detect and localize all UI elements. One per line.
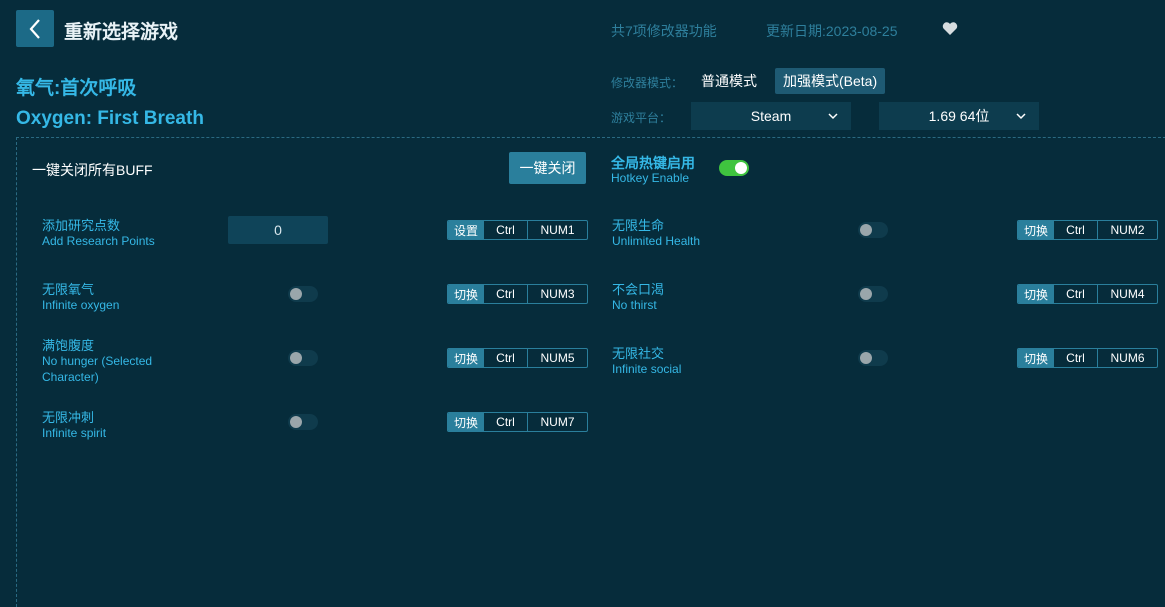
option-label-en: No thirst	[612, 298, 657, 312]
enhanced-mode-button[interactable]: 加强模式(Beta)	[775, 68, 886, 94]
option-label-cn: 无限冲刺	[42, 410, 95, 425]
option-label-cn: 无限氧气	[42, 282, 95, 297]
hotkey-key: NUM7	[540, 415, 575, 429]
hotkey-key: NUM1	[540, 223, 575, 237]
unlimited-health-toggle[interactable]	[858, 222, 888, 238]
game-title-en: Oxygen: First Breath	[16, 108, 204, 129]
hotkey-combo[interactable]: 切换 Ctrl NUM7	[447, 412, 588, 432]
hotkey-combo[interactable]: 切换 Ctrl NUM3	[447, 284, 588, 304]
option-label-en: Unlimited Health	[612, 234, 701, 248]
hotkey-modifier: Ctrl	[484, 349, 528, 367]
hotkey-enable-label-en: Hotkey Enable	[611, 171, 690, 185]
favorite-button[interactable]	[942, 21, 958, 41]
option-label-cn: 满饱腹度	[42, 338, 95, 353]
hotkey-key: NUM3	[540, 287, 575, 301]
toggle-knob	[860, 288, 872, 300]
toggle-knob	[735, 162, 747, 174]
version-select[interactable]: 1.69 64位	[879, 102, 1039, 130]
chevron-down-icon	[1016, 113, 1026, 120]
hotkey-enable-toggle[interactable]	[719, 160, 749, 176]
hotkey-combo[interactable]: 切换 Ctrl NUM4	[1017, 284, 1158, 304]
hotkey-action: 切换	[448, 413, 484, 431]
hotkey-action: 设置	[448, 221, 484, 239]
hotkey-key: NUM4	[1110, 287, 1145, 301]
toggle-knob	[290, 352, 302, 364]
hotkey-modifier: Ctrl	[484, 413, 528, 431]
toggle-knob	[290, 416, 302, 428]
research-points-input[interactable]: 0	[228, 216, 328, 244]
hotkey-action: 切换	[448, 349, 484, 367]
toggle-knob	[290, 288, 302, 300]
infinite-spirit-toggle[interactable]	[288, 414, 318, 430]
option-label-cn: 不会口渴	[612, 282, 665, 297]
hotkey-combo[interactable]: 设置 Ctrl NUM1	[447, 220, 588, 240]
feature-count: 共7项修改器功能	[611, 23, 717, 39]
toggle-knob	[860, 352, 872, 364]
option-label-cn: 无限生命	[612, 218, 665, 233]
hotkey-combo[interactable]: 切换 Ctrl NUM2	[1017, 220, 1158, 240]
no-hunger-toggle[interactable]	[288, 350, 318, 366]
heart-icon	[942, 22, 958, 35]
mode-label: 修改器模式：	[611, 76, 684, 90]
hotkey-enable-label-cn: 全局热键启用	[611, 155, 695, 171]
option-label-cn: 添加研究点数	[42, 218, 121, 233]
platform-value: Steam	[750, 108, 792, 124]
back-button[interactable]	[16, 10, 54, 47]
hotkey-action: 切换	[1018, 221, 1054, 239]
option-label-en: Infinite oxygen	[42, 298, 120, 312]
platform-label: 游戏平台：	[611, 111, 672, 125]
hotkey-modifier: Ctrl	[484, 221, 528, 239]
hotkey-key: NUM2	[1110, 223, 1145, 237]
option-label-en: No hunger (Selected Character)	[42, 354, 153, 384]
hotkey-action: 切换	[1018, 349, 1054, 367]
toggle-knob	[860, 224, 872, 236]
update-date: 更新日期:2023-08-25	[766, 23, 898, 39]
infinite-social-toggle[interactable]	[858, 350, 888, 366]
hotkey-action: 切换	[1018, 285, 1054, 303]
close-all-label: 一键关闭所有BUFF	[32, 162, 153, 178]
hotkey-modifier: Ctrl	[1054, 221, 1098, 239]
option-label-cn: 无限社交	[612, 346, 665, 361]
hotkey-modifier: Ctrl	[1054, 349, 1098, 367]
chevron-down-icon	[828, 113, 838, 120]
game-title-cn: 氧气:首次呼吸	[16, 78, 137, 99]
chevron-left-icon	[29, 18, 40, 39]
no-thirst-toggle[interactable]	[858, 286, 888, 302]
close-all-button[interactable]: 一键关闭	[509, 152, 586, 184]
hotkey-modifier: Ctrl	[1054, 285, 1098, 303]
hotkey-modifier: Ctrl	[484, 285, 528, 303]
platform-select[interactable]: Steam	[691, 102, 851, 130]
hotkey-key: NUM5	[540, 351, 575, 365]
hotkey-combo[interactable]: 切换 Ctrl NUM6	[1017, 348, 1158, 368]
option-label-en: Infinite spirit	[42, 426, 107, 440]
infinite-oxygen-toggle[interactable]	[288, 286, 318, 302]
normal-mode-button[interactable]: 普通模式	[693, 68, 765, 94]
hotkey-action: 切换	[448, 285, 484, 303]
page-title: 重新选择游戏	[64, 22, 179, 43]
option-label-en: Infinite social	[612, 362, 682, 376]
hotkey-combo[interactable]: 切换 Ctrl NUM5	[447, 348, 588, 368]
version-value: 1.69 64位	[928, 108, 990, 124]
option-label-en: Add Research Points	[42, 234, 155, 248]
hotkey-key: NUM6	[1110, 351, 1145, 365]
